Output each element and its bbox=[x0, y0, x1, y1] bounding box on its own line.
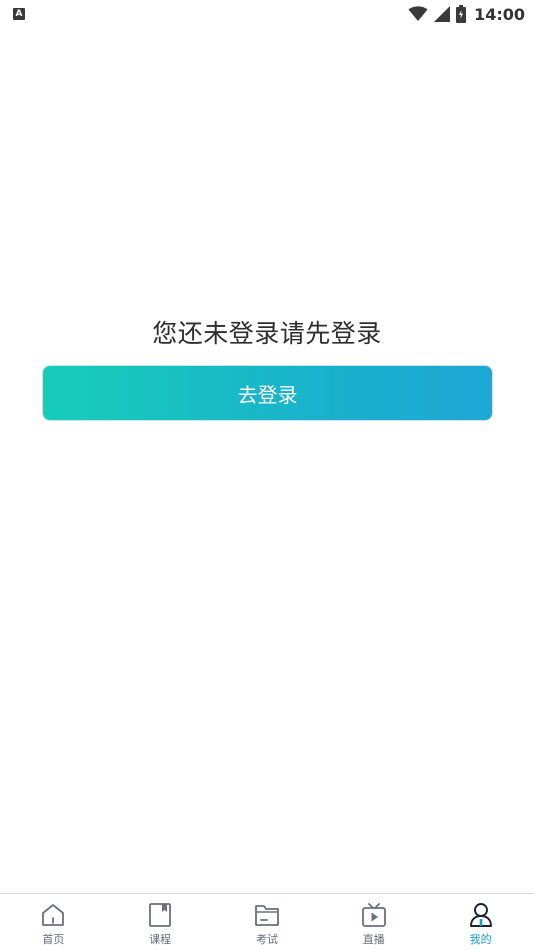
nav-item-mine[interactable]: 我的 bbox=[427, 894, 534, 950]
nav-label-mine: 我的 bbox=[469, 933, 492, 946]
status-right: 14:00 bbox=[408, 5, 534, 24]
folder-icon bbox=[255, 905, 279, 926]
tv-icon bbox=[361, 903, 386, 927]
login-button-label: 去登录 bbox=[237, 382, 298, 407]
nav-item-live[interactable]: 直播 bbox=[320, 894, 427, 950]
nav-item-courses[interactable]: 课程 bbox=[107, 894, 214, 950]
nav-label-courses: 课程 bbox=[149, 933, 172, 946]
battery-icon bbox=[456, 5, 467, 23]
nav-item-exams[interactable]: 考试 bbox=[214, 894, 321, 950]
login-button[interactable]: 去登录 bbox=[43, 366, 492, 420]
nav-label-live: 直播 bbox=[362, 933, 385, 946]
wifi-icon bbox=[408, 6, 428, 21]
nav-label-home: 首页 bbox=[42, 933, 65, 946]
nav-item-home[interactable]: 首页 bbox=[0, 894, 107, 950]
user-icon bbox=[469, 903, 492, 927]
nav-label-exams: 考试 bbox=[255, 933, 278, 946]
screen: A 14:00 您还未登录请先登录 去登录 首页 课程 考试 直播 我的 bbox=[0, 0, 534, 950]
status-left: A bbox=[0, 8, 25, 20]
notification-a-icon: A bbox=[13, 8, 25, 20]
bottom-nav: 首页 课程 考试 直播 我的 bbox=[0, 893, 534, 950]
login-prompt-text: 您还未登录请先登录 bbox=[152, 319, 382, 348]
status-bar: A 14:00 bbox=[0, 0, 534, 28]
home-icon bbox=[42, 904, 65, 926]
book-icon bbox=[149, 903, 172, 927]
clock: 14:00 bbox=[474, 4, 525, 24]
signal-icon bbox=[434, 6, 451, 22]
